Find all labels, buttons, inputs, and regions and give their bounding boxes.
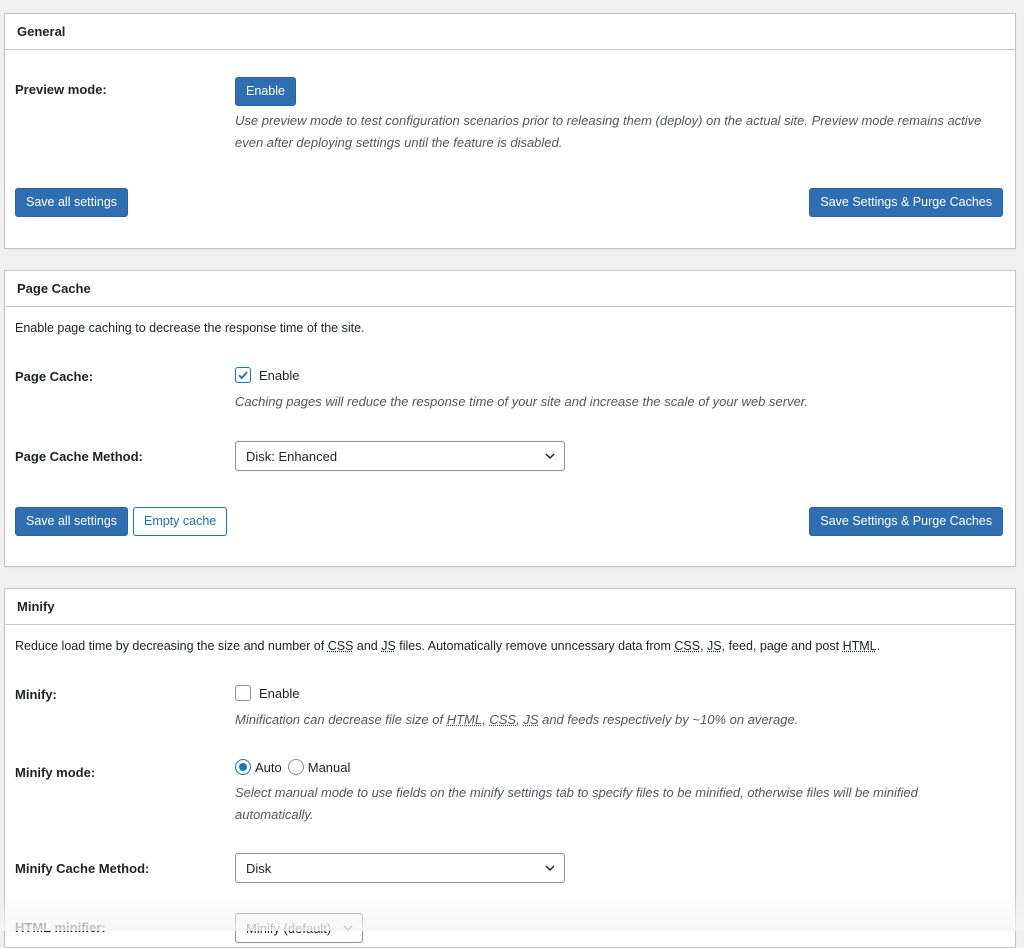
general-panel-title: General: [5, 14, 1015, 50]
minify-mode-label: Minify mode:: [15, 765, 96, 780]
minify-mode-description: Select manual mode to use fields on the …: [235, 785, 918, 822]
minify-description: Minification can decrease file size of H…: [235, 709, 995, 731]
js-abbr: JS: [381, 639, 396, 653]
minify-enable-text: Enable: [259, 685, 300, 701]
minify-label: Minify:: [15, 687, 57, 702]
page-cache-intro: Enable page caching to decrease the resp…: [15, 321, 365, 335]
chevron-down-icon: [342, 922, 354, 937]
html-minifier-label: HTML minifier:: [15, 920, 106, 935]
page-cache-label: Page Cache:: [15, 369, 94, 384]
chevron-down-icon: [544, 450, 556, 465]
general-save-purge-button[interactable]: Save Settings & Purge Caches: [809, 188, 1003, 217]
html-minifier-select[interactable]: Minify (default): [235, 913, 363, 943]
minify-intro-text: files. Automatically remove unncessary d…: [395, 639, 675, 653]
html-abbr: HTML: [842, 639, 877, 653]
minify-intro-text: ,: [700, 639, 708, 653]
minify-intro-text: .: [876, 639, 881, 653]
page-cache-method-value: Disk: Enhanced: [246, 448, 338, 464]
minify-intro-text: , feed, page and post: [721, 639, 843, 653]
css-abbr: CSS: [674, 639, 701, 653]
minify-mode-radio-group: Auto Manual: [235, 759, 350, 775]
page-cache-method-select[interactable]: Disk: Enhanced: [235, 441, 565, 471]
minify-panel-title: Minify: [5, 589, 1015, 625]
minify-intro-text: and: [353, 639, 382, 653]
minify-intro-text: Reduce load time by decreasing the size …: [15, 639, 328, 653]
general-panel: General Preview mode: Enable Use preview…: [4, 13, 1016, 249]
page-cache-save-purge-button[interactable]: Save Settings & Purge Caches: [809, 507, 1003, 536]
minify-enable-checkbox[interactable]: Enable: [235, 685, 299, 701]
page-cache-save-all-button[interactable]: Save all settings: [15, 507, 129, 536]
empty-cache-button[interactable]: Empty cache: [133, 507, 228, 536]
html-minifier-value: Minify (default): [246, 920, 332, 936]
preview-mode-label: Preview mode:: [15, 82, 107, 97]
page-cache-panel: Page Cache Enable page caching to decrea…: [4, 270, 1016, 567]
radio-selected-icon[interactable]: [235, 759, 251, 775]
page-cache-description: Caching pages will reduce the response t…: [235, 394, 809, 409]
radio-unselected-icon[interactable]: [287, 759, 304, 775]
preview-mode-description: Use preview mode to test configuration s…: [235, 113, 982, 150]
js-abbr: JS: [707, 639, 722, 653]
page-cache-enable-checkbox[interactable]: Enable: [235, 367, 299, 383]
html-abbr: HTML: [446, 712, 483, 727]
minify-panel: Minify Reduce load time by decreasing th…: [4, 588, 1016, 948]
minify-cache-method-value: Disk: [246, 860, 272, 876]
checkbox-checked-icon[interactable]: [235, 367, 251, 383]
css-abbr: CSS: [489, 712, 517, 727]
minify-desc-text: Minification can decrease file size of: [235, 712, 447, 727]
page-cache-panel-title: Page Cache: [5, 271, 1015, 307]
minify-mode-auto-label[interactable]: Auto: [255, 760, 282, 775]
page-cache-enable-text: Enable: [259, 367, 300, 383]
css-abbr: CSS: [327, 639, 354, 653]
general-save-all-button[interactable]: Save all settings: [15, 188, 129, 217]
js-abbr: JS: [523, 712, 539, 727]
preview-enable-button[interactable]: Enable: [235, 77, 296, 106]
checkbox-unchecked-icon[interactable]: [235, 685, 251, 701]
minify-cache-method-label: Minify Cache Method:: [15, 861, 150, 876]
chevron-down-icon: [544, 862, 556, 877]
minify-desc-text: and feeds respectively by ~10% on averag…: [538, 712, 799, 727]
minify-mode-manual-label[interactable]: Manual: [308, 760, 351, 775]
minify-cache-method-select[interactable]: Disk: [235, 853, 565, 883]
page-cache-method-label: Page Cache Method:: [15, 449, 143, 464]
minify-intro: Reduce load time by decreasing the size …: [15, 639, 880, 653]
